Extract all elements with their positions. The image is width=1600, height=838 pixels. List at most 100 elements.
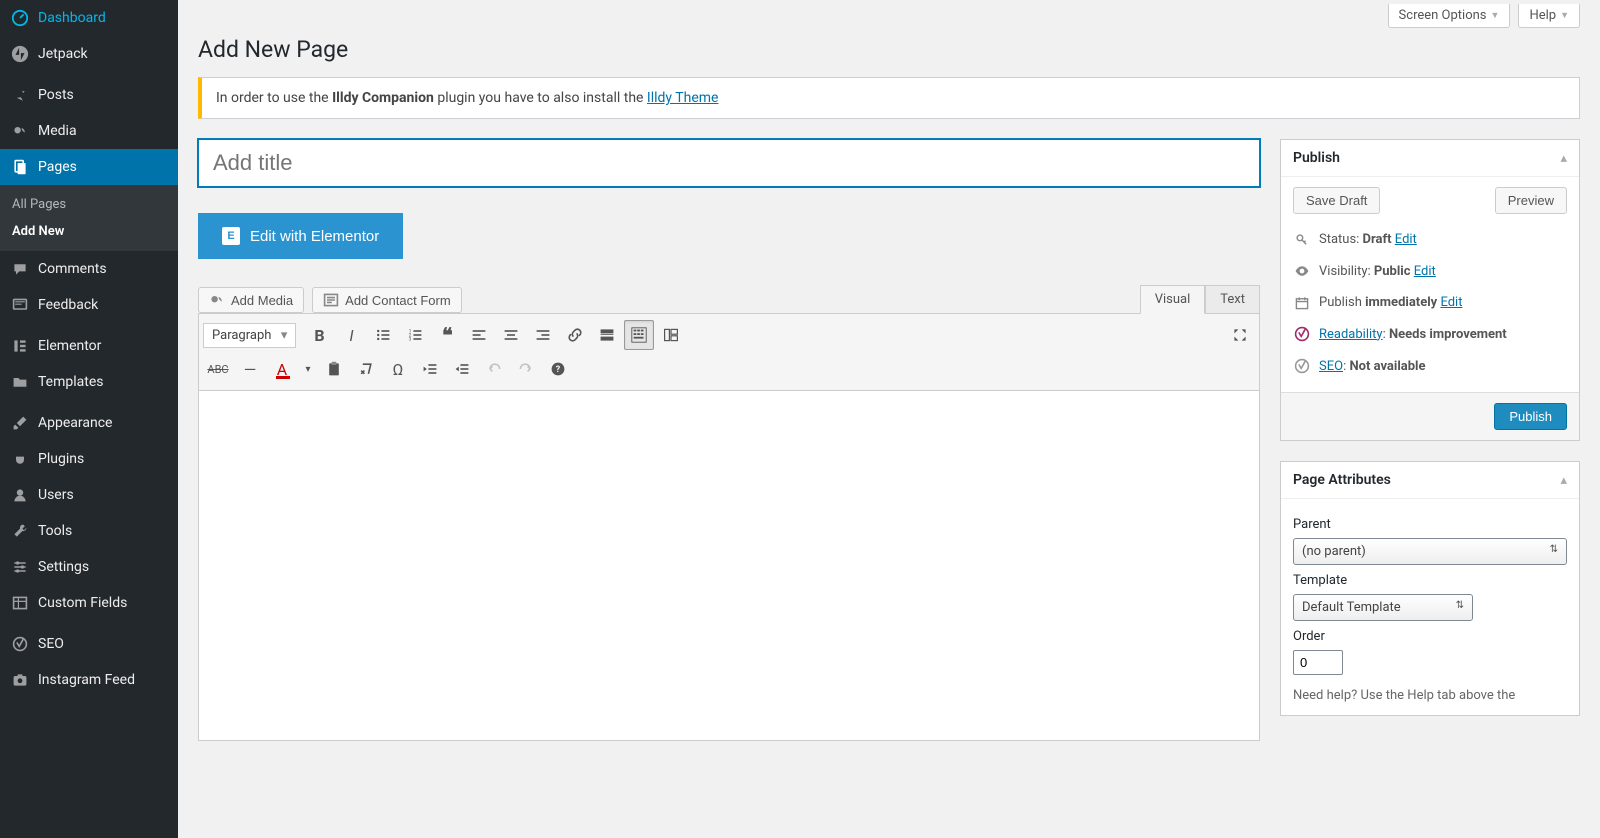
sidebar-item-label: Comments [38, 261, 107, 277]
sidebar-item-settings[interactable]: Settings [0, 549, 178, 585]
sidebar-sub-add-new[interactable]: Add New [0, 218, 178, 245]
strikethrough-button[interactable]: ABC [203, 354, 233, 384]
align-center-button[interactable] [496, 320, 526, 350]
publish-heading-text: Publish [1293, 150, 1340, 166]
sidebar-item-custom-fields[interactable]: Custom Fields [0, 585, 178, 621]
editor-content-area[interactable] [198, 391, 1260, 741]
brush-icon [10, 413, 30, 433]
publish-heading[interactable]: Publish ▴ [1281, 140, 1579, 177]
page-title: Add New Page [198, 28, 1580, 77]
hr-button[interactable]: — [235, 354, 265, 384]
page-attributes-heading[interactable]: Page Attributes ▴ [1281, 462, 1579, 499]
notice-warning: In order to use the Illdy Companion plug… [198, 77, 1580, 119]
fullscreen-button[interactable] [1225, 320, 1255, 350]
read-more-button[interactable] [592, 320, 622, 350]
italic-button[interactable]: I [336, 320, 366, 350]
color-chevron[interactable]: ▾ [299, 354, 317, 384]
numbered-list-button[interactable]: 123 [400, 320, 430, 350]
notice-link[interactable]: Illdy Theme [647, 90, 719, 106]
sidebar-item-appearance[interactable]: Appearance [0, 405, 178, 441]
align-left-button[interactable] [464, 320, 494, 350]
folder-icon [10, 372, 30, 392]
attributes-help-text: Need help? Use the Help tab above the [1293, 687, 1567, 705]
text-color-button[interactable]: A [267, 354, 297, 384]
help-button[interactable]: ? [543, 354, 573, 384]
sidebar-item-posts[interactable]: Posts [0, 77, 178, 113]
page-attributes-heading-text: Page Attributes [1293, 472, 1391, 488]
sidebar-submenu: All Pages Add New [0, 185, 178, 251]
special-char-button[interactable]: Ω [383, 354, 413, 384]
sidebar-item-instagram[interactable]: Instagram Feed [0, 662, 178, 698]
preview-button[interactable]: Preview [1495, 187, 1567, 214]
sidebar-item-label: Custom Fields [38, 595, 127, 611]
clear-formatting-button[interactable] [351, 354, 381, 384]
elementor-icon [10, 336, 30, 356]
order-input[interactable] [1293, 650, 1343, 675]
add-contact-form-button[interactable]: Add Contact Form [312, 287, 462, 313]
sidebar-item-label: Plugins [38, 451, 84, 467]
chevron-down-icon: ▼ [1491, 10, 1500, 21]
sidebar-item-media[interactable]: Media [0, 113, 178, 149]
title-input[interactable] [198, 139, 1260, 187]
edit-schedule-link[interactable]: Edit [1440, 295, 1462, 310]
text-tab[interactable]: Text [1205, 285, 1260, 314]
visibility-row: Visibility: Public Edit [1293, 255, 1567, 287]
format-select[interactable]: Paragraph [203, 323, 296, 348]
sidebar-item-dashboard[interactable]: Dashboard [0, 0, 178, 36]
sidebar-item-elementor[interactable]: Elementor [0, 328, 178, 364]
edit-visibility-link[interactable]: Edit [1414, 264, 1436, 279]
sidebar-item-label: Feedback [38, 297, 98, 313]
admin-sidebar: Dashboard Jetpack Posts Media Pages All … [0, 0, 178, 838]
sidebar-item-plugins[interactable]: Plugins [0, 441, 178, 477]
sidebar-item-users[interactable]: Users [0, 477, 178, 513]
link-button[interactable] [560, 320, 590, 350]
sidebar-item-seo[interactable]: SEO [0, 626, 178, 662]
seo-link[interactable]: SEO [1319, 359, 1343, 374]
sliders-icon [10, 557, 30, 577]
align-right-button[interactable] [528, 320, 558, 350]
seo-value: Not available [1349, 359, 1425, 374]
visual-tab[interactable]: Visual [1140, 285, 1206, 314]
sidebar-item-label: Templates [38, 374, 104, 390]
sidebar-item-comments[interactable]: Comments [0, 251, 178, 287]
jetpack-icon [10, 44, 30, 64]
help-tab[interactable]: Help▼ [1518, 4, 1580, 28]
paste-text-button[interactable] [319, 354, 349, 384]
bold-button[interactable]: B [304, 320, 334, 350]
readability-row: Readability: Needs improvement [1293, 318, 1567, 350]
publish-button[interactable]: Publish [1494, 403, 1567, 430]
edit-with-elementor-button[interactable]: E Edit with Elementor [198, 213, 403, 259]
sidebar-item-tools[interactable]: Tools [0, 513, 178, 549]
redo-button[interactable] [511, 354, 541, 384]
sidebar-item-label: Settings [38, 559, 89, 575]
publish-metabox: Publish ▴ Save Draft Preview Status: Dra… [1280, 139, 1580, 441]
screen-options-tab[interactable]: Screen Options ▼ [1388, 4, 1511, 28]
parent-select[interactable]: (no parent) [1293, 538, 1567, 565]
outdent-button[interactable] [415, 354, 445, 384]
indent-button[interactable] [447, 354, 477, 384]
media-icon [209, 292, 225, 308]
svg-text:?: ? [556, 365, 561, 375]
page-attributes-metabox: Page Attributes ▴ Parent (no parent) Tem… [1280, 461, 1580, 716]
add-media-button[interactable]: Add Media [198, 287, 304, 313]
page-builder-button[interactable] [656, 320, 686, 350]
readability-link[interactable]: Readability [1319, 327, 1383, 342]
toolbar-toggle-button[interactable] [624, 320, 654, 350]
sidebar-item-templates[interactable]: Templates [0, 364, 178, 400]
yoast-icon [10, 634, 30, 654]
bullet-list-button[interactable] [368, 320, 398, 350]
blockquote-button[interactable]: ❝ [432, 320, 462, 350]
chevron-up-icon: ▴ [1560, 151, 1567, 166]
sidebar-item-pages[interactable]: Pages [0, 149, 178, 185]
sidebar-item-jetpack[interactable]: Jetpack [0, 36, 178, 72]
notice-text: plugin you have to also install the [434, 90, 647, 106]
screen-options-label: Screen Options [1399, 8, 1487, 23]
template-select[interactable]: Default Template [1293, 594, 1473, 621]
sidebar-sub-all-pages[interactable]: All Pages [0, 191, 178, 218]
edit-status-link[interactable]: Edit [1395, 232, 1417, 247]
comments-icon [10, 259, 30, 279]
undo-button[interactable] [479, 354, 509, 384]
sidebar-item-label: Elementor [38, 338, 101, 354]
save-draft-button[interactable]: Save Draft [1293, 187, 1380, 214]
sidebar-item-feedback[interactable]: Feedback [0, 287, 178, 323]
